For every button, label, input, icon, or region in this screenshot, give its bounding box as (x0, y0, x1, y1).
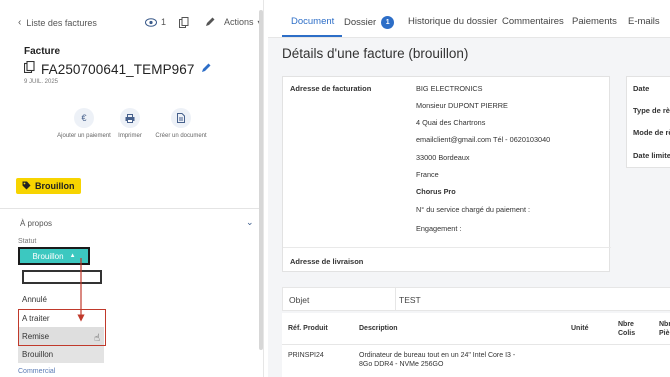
address-card: Adresse de facturation BIG ELECTRONICS M… (282, 76, 611, 272)
create-document-button[interactable]: Créer un document (151, 108, 211, 140)
invoice-id-row: FA250700641_TEMP967 (23, 60, 211, 78)
divider (282, 344, 670, 345)
billing-city: 33000 Bordeaux (416, 153, 470, 162)
status-badge-label: Brouillon (35, 181, 75, 191)
followers-count: 1 (161, 17, 167, 27)
document-icon (171, 108, 191, 128)
page-title: Détails d'une facture (brouillon) (282, 46, 469, 61)
divider (0, 208, 260, 209)
column-header: Description (359, 325, 398, 332)
pencil-icon[interactable] (204, 16, 216, 28)
engagement-label: Engagement : (416, 224, 462, 233)
back-link-label: Liste des factures (26, 17, 97, 28)
billing-country: France (416, 170, 439, 179)
dossier-count-badge: 1 (381, 16, 395, 29)
due-date-label: Date limite (633, 151, 670, 160)
tab-emails[interactable]: E-mails (628, 16, 660, 27)
tab-historique[interactable]: Historique du dossier (408, 16, 497, 27)
payment-mode-label: Mode de rè (633, 128, 670, 137)
tag-icon (22, 181, 31, 192)
tab-label: Commentaires (502, 16, 564, 27)
billing-street: 4 Quai des Chartrons (416, 118, 486, 127)
invoice-sidebar: ‹ Liste des factures 1 Actions ▾ Facture… (0, 0, 264, 377)
printer-icon (120, 108, 140, 128)
tab-label: Paiements (572, 16, 617, 27)
header-actions: 1 Actions ▾ (145, 16, 262, 28)
status-field-label: Statut (18, 238, 37, 245)
billing-address-label: Adresse de facturation (290, 84, 372, 93)
chevron-up-icon: ▲ (69, 253, 76, 259)
date-label: Date (633, 84, 650, 93)
chevron-left-icon: ‹ (18, 17, 22, 28)
payment-type-label: Type de règ (633, 106, 670, 115)
about-section-title: À propos (20, 219, 53, 228)
invoice-number: FA250700641_TEMP967 (41, 61, 195, 77)
billing-email-phone: emailclient@gmail.com Tél - 0620103040 (416, 135, 551, 144)
product-lines-table: Réf. Produit Description Unité Nbre Coli… (282, 313, 670, 377)
status-select-value: Brouillon (32, 251, 64, 261)
product-ref-cell: PRINSPI24 (288, 352, 324, 359)
subject-label: Objet (289, 295, 310, 305)
copy-icon[interactable] (23, 60, 35, 78)
highlight-box (18, 309, 106, 346)
edit-pencil-icon[interactable] (201, 60, 211, 78)
invoice-detail-panel: Document Dossier 1 Historique du dossier… (268, 0, 670, 377)
payment-service-label: N° du service chargé du paiement : (416, 205, 531, 214)
hand-cursor-icon: ☝ (94, 333, 101, 344)
status-badge: Brouillon (16, 178, 81, 194)
chevron-down-icon[interactable]: ⌄ (246, 217, 254, 228)
subject-row: Objet TEST (282, 287, 670, 311)
billing-contact: Monsieur DUPONT PIERRE (416, 101, 508, 110)
tab-commentaires[interactable]: Commentaires (502, 16, 564, 27)
create-document-label: Créer un document (155, 133, 207, 139)
tab-label: Document (291, 16, 335, 27)
delivery-address-label: Adresse de livraison (290, 257, 364, 266)
euro-icon: € (74, 108, 94, 128)
sidebar-scrollbar[interactable] (259, 10, 263, 350)
divider (283, 247, 611, 248)
tab-paiements[interactable]: Paiements (572, 16, 617, 27)
column-header: Nbre Colis (618, 321, 636, 337)
print-label: Imprimer (118, 133, 142, 139)
status-filter-input[interactable] (22, 270, 102, 284)
active-tab-indicator (282, 35, 342, 37)
tab-label: Historique du dossier (408, 16, 498, 27)
billing-company: BIG ELECTRONICS (416, 84, 483, 93)
column-header: Réf. Produit (288, 325, 328, 332)
invoice-type-label: Facture (24, 46, 61, 57)
eye-icon[interactable] (145, 16, 157, 28)
invoice-info-card: Date Type de règ Mode de rè Date limite (626, 76, 670, 168)
commercial-section-title: Commercial (18, 368, 56, 375)
status-option-annule[interactable]: Annulé (18, 290, 104, 308)
status-option-brouillon[interactable]: Brouillon (18, 345, 104, 363)
invoice-date: 9 JUIL. 2025 (24, 79, 59, 85)
copy-icon[interactable] (178, 16, 190, 28)
status-select[interactable]: Brouillon ▲ (18, 247, 90, 265)
tab-bar: Document Dossier 1 Historique du dossier… (268, 0, 670, 38)
tab-label: Dossier (344, 17, 377, 28)
tab-label: E-mails (628, 16, 660, 27)
column-header: Nbre Piè (659, 321, 670, 337)
column-header: Unité (571, 325, 589, 332)
product-description-cell: Ordinateur de bureau tout en un 24" Inte… (359, 352, 516, 368)
chorus-pro-label: Chorus Pro (416, 187, 456, 196)
subject-value: TEST (399, 295, 421, 305)
actions-menu-button[interactable]: Actions (224, 17, 254, 27)
back-to-invoices-link[interactable]: ‹ Liste des factures (18, 17, 97, 28)
tab-dossier[interactable]: Dossier 1 (344, 16, 395, 29)
divider (395, 288, 396, 310)
tab-document[interactable]: Document (291, 16, 334, 27)
